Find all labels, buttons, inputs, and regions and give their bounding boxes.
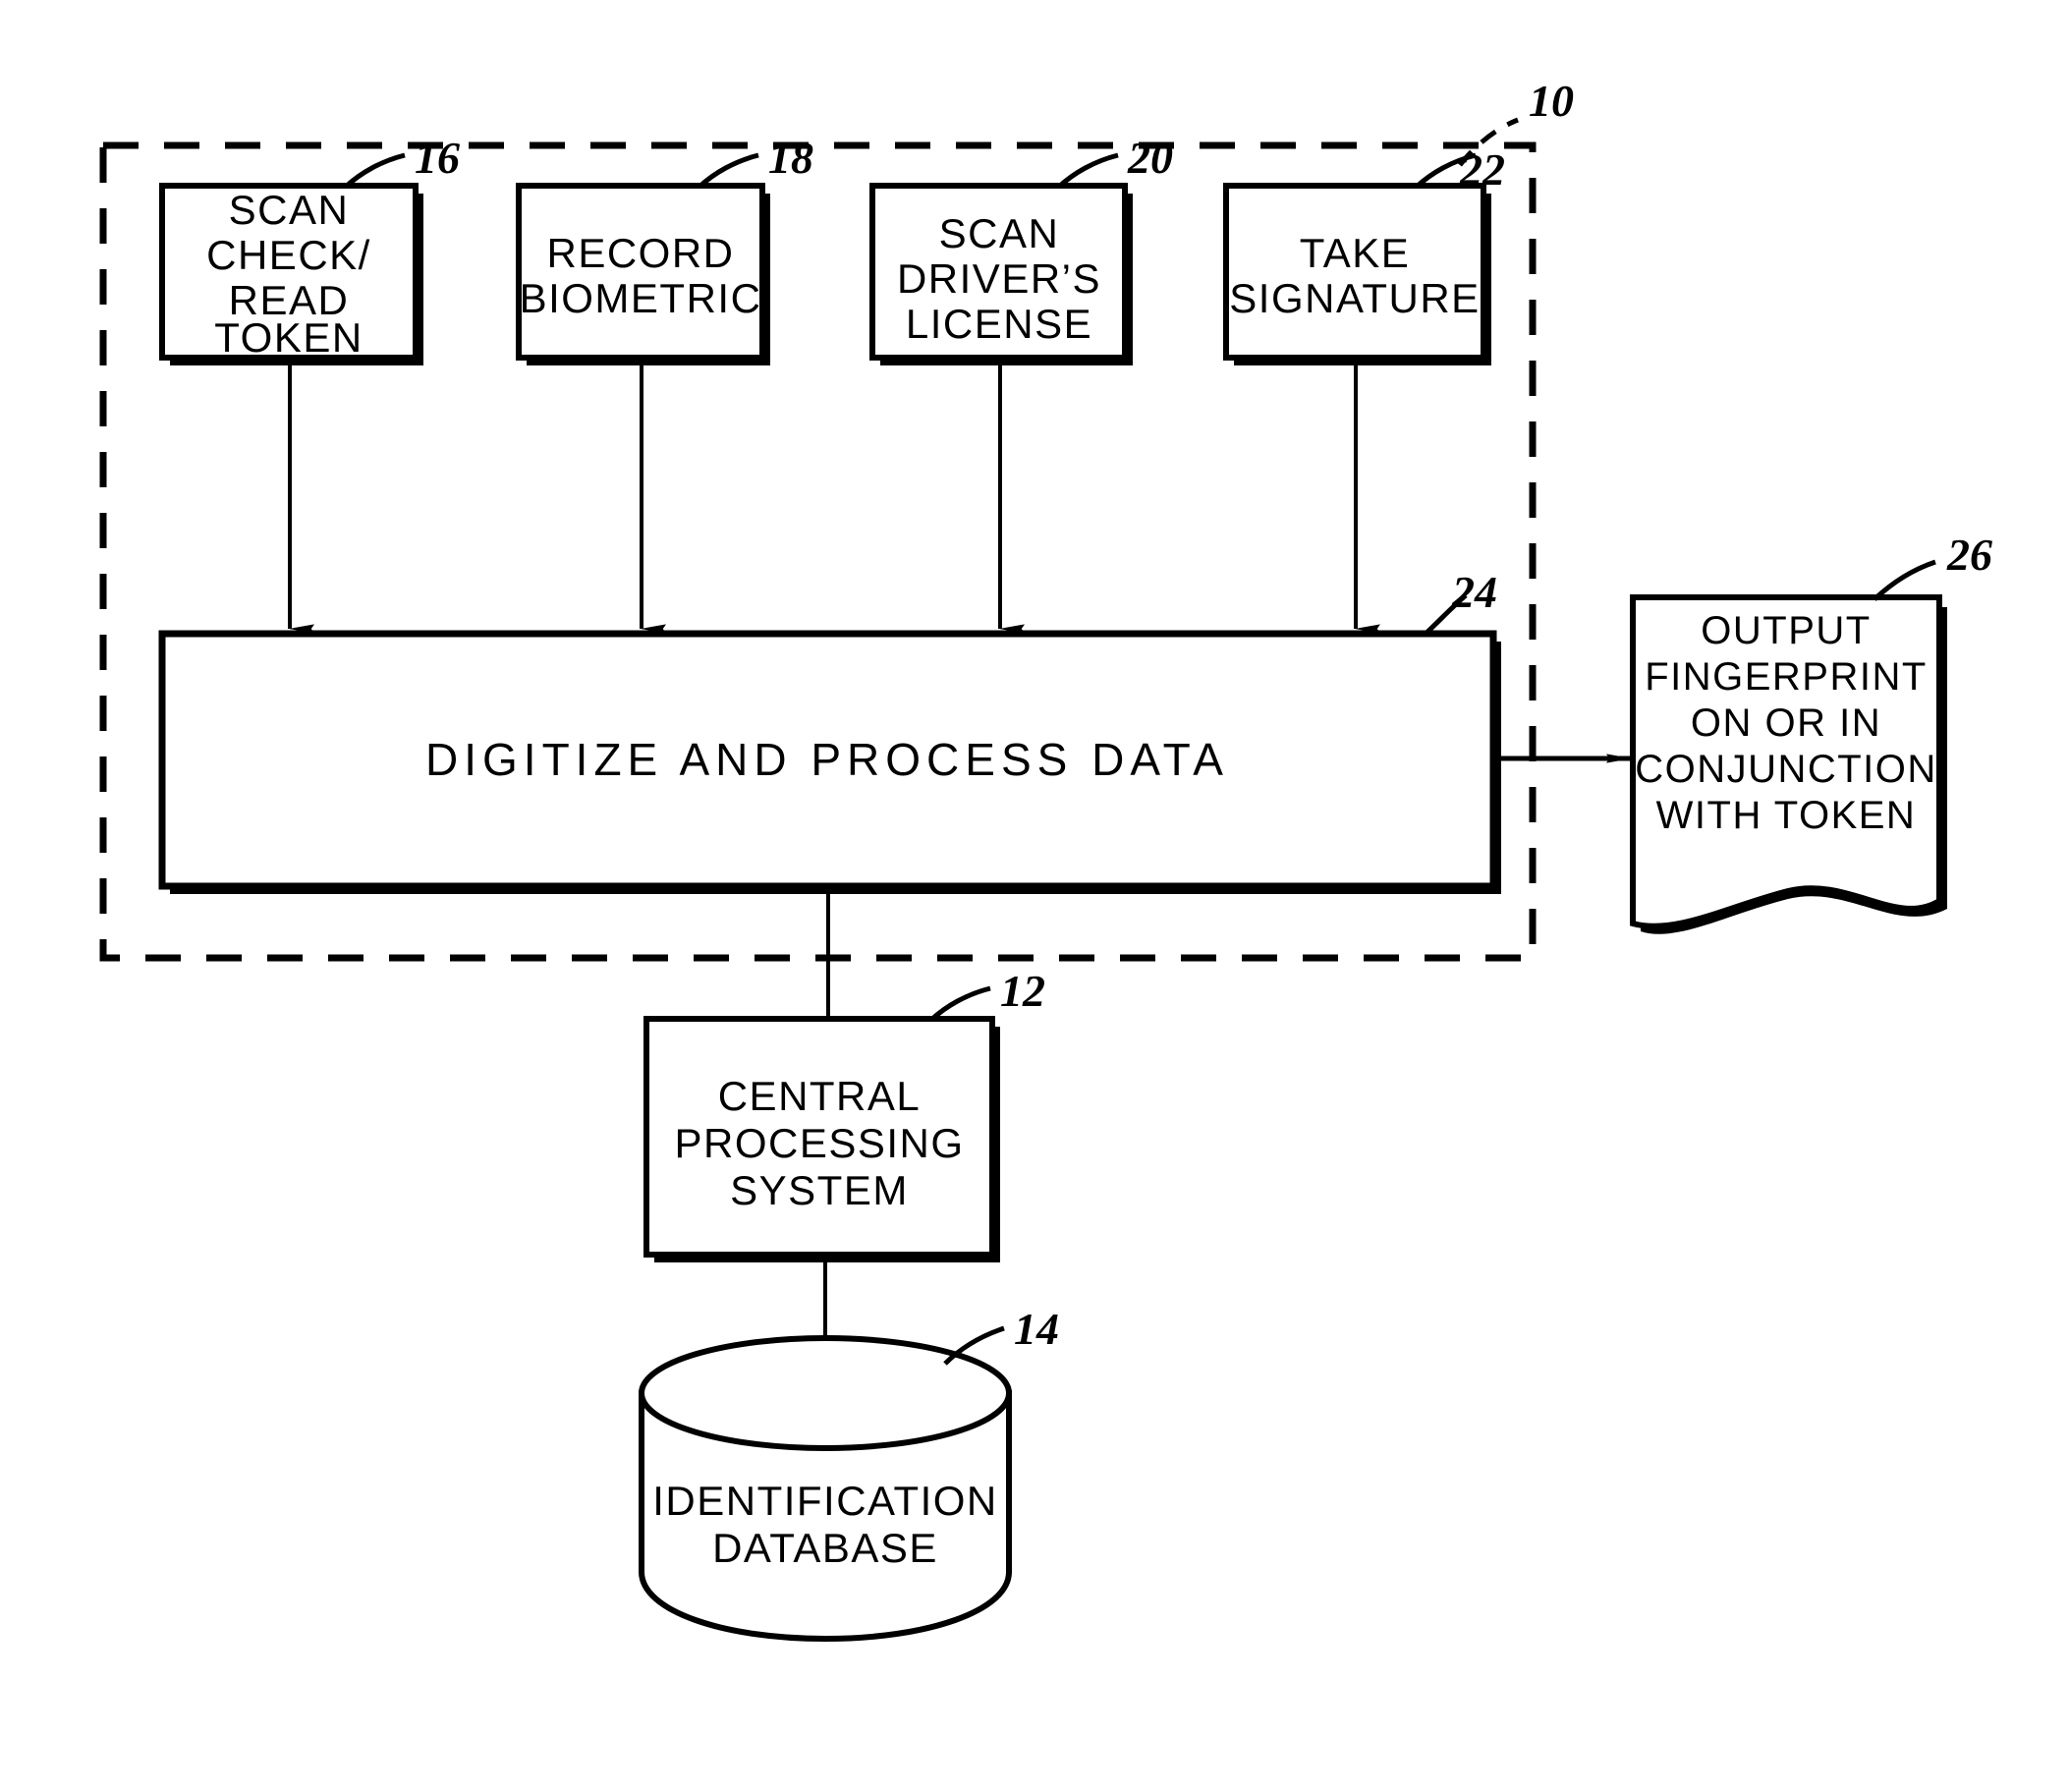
reference-number-24: 24 [1451, 567, 1497, 617]
box-16-line-2: CHECK/ [206, 232, 371, 278]
box-22-line-2: SIGNATURE [1229, 275, 1480, 321]
reference-number-16: 16 [415, 133, 460, 183]
node-digitize-and-process-data: DIGITIZE AND PROCESS DATA 24 [158, 567, 1501, 894]
reference-number-12: 12 [1000, 966, 1045, 1016]
cylinder-14-line-2: DATABASE [712, 1525, 938, 1571]
box-22-line-1: TAKE [1300, 230, 1411, 276]
leader-line-12 [929, 985, 991, 1022]
doc-26-line-5: WITH TOKEN [1656, 794, 1917, 837]
box-12-line-3: SYSTEM [730, 1167, 909, 1213]
doc-26-line-2: FINGERPRINT [1645, 655, 1928, 699]
node-take-signature: TAKE SIGNATURE 22 [1223, 144, 1505, 365]
box-24-label: DIGITIZE AND PROCESS DATA [425, 734, 1229, 785]
box-20-line-2: DRIVER’S [897, 255, 1101, 302]
reference-number-18: 18 [768, 133, 813, 183]
doc-26-line-3: ON OR IN [1691, 701, 1881, 745]
doc-26-line-4: CONJUNCTION [1635, 748, 1937, 791]
node-output-fingerprint: OUTPUT FINGERPRINT ON OR IN CONJUNCTION … [1630, 530, 1992, 934]
box-12-line-1: CENTRAL [718, 1073, 922, 1119]
box-16-line-1: SCAN [229, 187, 350, 233]
leader-line-26 [1873, 559, 1936, 601]
box-18-line-2: BIOMETRIC [520, 275, 762, 321]
reference-number-10: 10 [1529, 76, 1574, 126]
box-18-line-1: RECORD [546, 230, 734, 276]
box-20-line-1: SCAN [939, 210, 1060, 256]
reference-number-22: 22 [1459, 144, 1505, 195]
node-identification-database: IDENTIFICATION DATABASE 14 [639, 1304, 1059, 1643]
leader-line-16 [344, 152, 406, 189]
box-16-line-4: TOKEN [214, 314, 363, 361]
reference-number-14: 14 [1014, 1304, 1059, 1354]
leader-line-18 [698, 152, 759, 189]
box-20-line-3: LICENSE [906, 301, 1092, 347]
node-scan-check-read-token: SCAN CHECK/ READ TOKEN 16 [159, 133, 460, 365]
reference-number-20: 20 [1127, 133, 1173, 183]
flow-diagram: 10 SCAN CHECK/ READ TOKEN 16 RECORD BIOM… [99, 76, 1992, 1643]
connectors-into-digitize [288, 365, 1380, 634]
node-record-biometric: RECORD BIOMETRIC 18 [516, 133, 813, 365]
box-12-line-2: PROCESSING [674, 1120, 964, 1166]
patent-figure-canvas: 10 SCAN CHECK/ READ TOKEN 16 RECORD BIOM… [0, 0, 2069, 1792]
node-central-processing-system: CENTRAL PROCESSING SYSTEM 12 [643, 966, 1045, 1262]
node-scan-drivers-license: SCAN DRIVER’S LICENSE 20 [869, 133, 1173, 365]
doc-26-line-1: OUTPUT [1701, 609, 1871, 652]
cylinder-14-line-1: IDENTIFICATION [652, 1478, 998, 1524]
leader-line-20 [1057, 152, 1119, 189]
reference-number-26: 26 [1946, 530, 1992, 580]
